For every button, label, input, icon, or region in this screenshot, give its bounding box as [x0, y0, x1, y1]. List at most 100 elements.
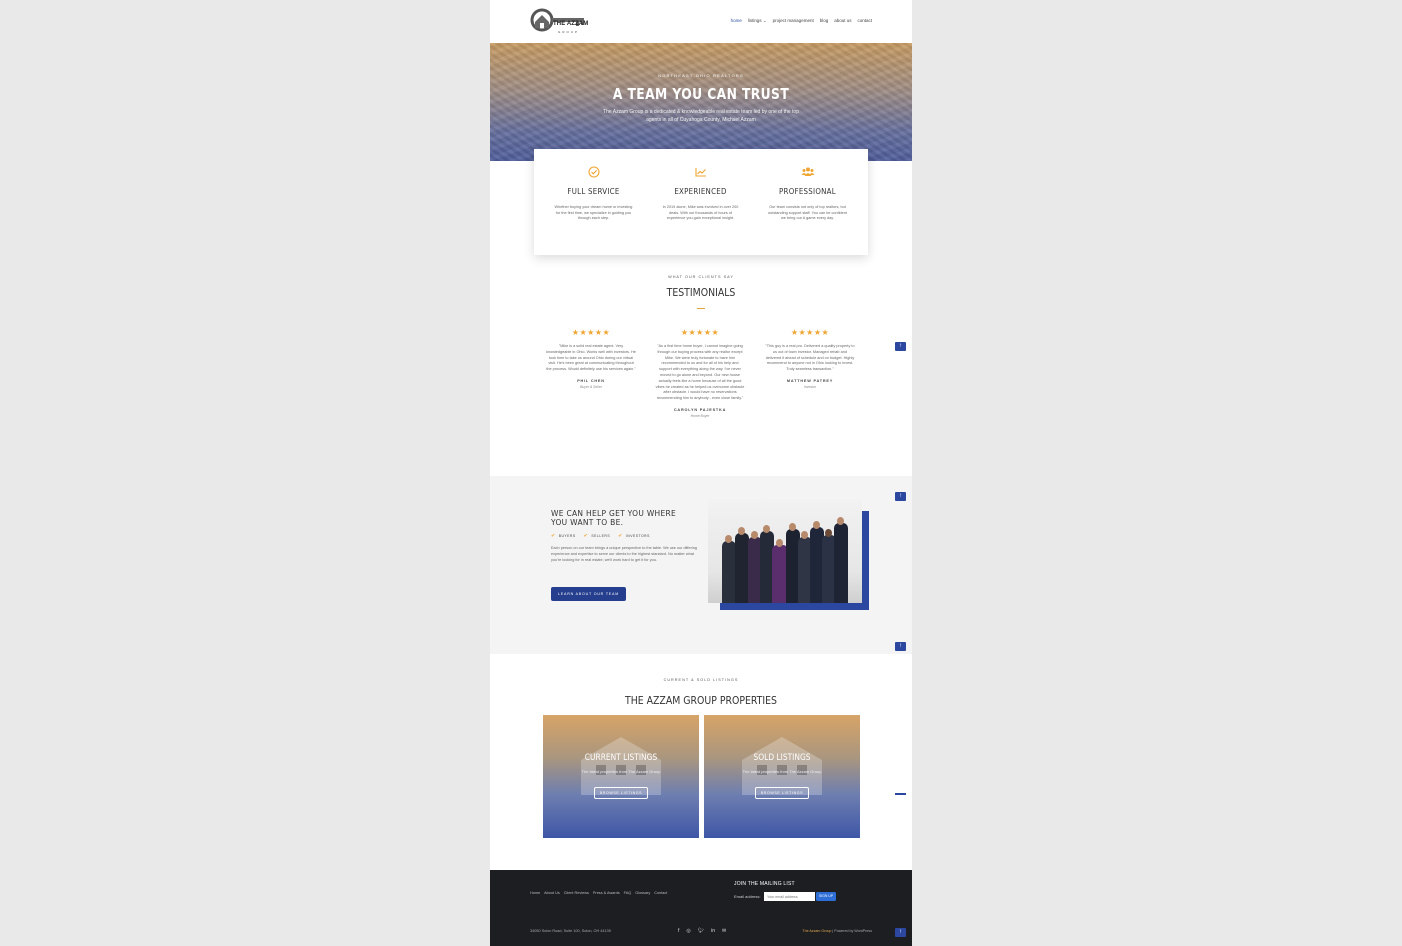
check-item: ✔ SELLERS	[584, 533, 610, 539]
feature-title: FULL SERVICE	[567, 187, 620, 196]
title-divider	[697, 308, 705, 309]
testimonial-quote: "This guy is a real pro. Delivered a qua…	[765, 344, 855, 372]
hero-subtitle: The Azzam Group is a dedicated & knowled…	[603, 109, 799, 123]
check-circle-icon	[587, 166, 600, 178]
testimonial-name: CAROLYN PAJESTKA	[673, 407, 727, 412]
star-rating: ★★★★★	[680, 328, 720, 337]
email-icon[interactable]: ✉	[722, 928, 726, 934]
check-label: INVESTORS	[625, 534, 650, 538]
feature-text: In 2019 alone, Mike was involved in over…	[662, 205, 739, 221]
feature-title: EXPERIENCED	[674, 187, 727, 196]
hero-banner: NORTHEAST OHIO REALTORS A TEAM YOU CAN T…	[490, 43, 912, 161]
footer-address: 34050 Solon Road, Suite 100, Solon, OH 4…	[530, 929, 611, 933]
check-item: ✔ BUYERS	[551, 533, 576, 539]
email-label: Email address:	[734, 894, 761, 899]
scroll-top-button[interactable]: ↑	[895, 492, 906, 501]
footer-link-press[interactable]: Press & Awards	[593, 891, 620, 895]
team-photo	[708, 499, 862, 603]
footer-credit: The Azzam Group | Powered by WordPress	[802, 929, 872, 933]
testimonial-quote: "Mike is a solid real estate agent. Very…	[546, 344, 636, 372]
email-input[interactable]	[764, 892, 815, 901]
feature-full-service: FULL SERVICE Whether buying your dream h…	[538, 149, 649, 255]
card-title: SOLD LISTINGS	[753, 753, 811, 763]
chevron-down-icon: ⌄	[762, 18, 767, 23]
nav-project-management[interactable]: project management	[773, 18, 814, 24]
scroll-top-button[interactable]: ↑	[895, 342, 906, 351]
scroll-top-button[interactable]: ↑	[895, 928, 906, 937]
card-title: CURRENT LISTINGS	[584, 753, 658, 763]
linkedin-icon[interactable]: in	[711, 928, 715, 934]
nav-listings-label: listings	[747, 18, 762, 23]
team-section-title: WE CAN HELP GET YOU WHERE YOU WANT TO BE…	[551, 509, 677, 527]
footer-links: Home About Us Client Reviews Press & Awa…	[530, 891, 667, 895]
testimonials-eyebrow: WHAT OUR CLIENTS SAY	[668, 275, 734, 279]
nav-contact[interactable]: contact	[857, 18, 872, 24]
signup-button[interactable]: SIGN UP	[816, 892, 836, 901]
site-footer: Home About Us Client Reviews Press & Awa…	[490, 870, 912, 946]
check-label: SELLERS	[591, 534, 611, 538]
listings-eyebrow: CURRENT & SOLD LISTINGS	[663, 678, 739, 682]
social-links: f ◎ 🐦︎ in ✉	[678, 928, 726, 934]
feature-text: Whether buying your dream home or invest…	[554, 205, 633, 221]
house-background-image	[581, 737, 661, 795]
browse-listings-button[interactable]: BROWSE LISTINGS	[594, 787, 648, 799]
current-listings-card[interactable]: CURRENT LISTINGS The latest properties f…	[543, 715, 699, 838]
check-icon: ✔	[551, 533, 556, 539]
nav-listings[interactable]: listings ⌄	[748, 18, 767, 24]
footer-link-about[interactable]: About Us	[544, 891, 560, 895]
nav-home[interactable]: home	[731, 18, 742, 24]
feature-experienced: EXPERIENCED In 2019 alone, Mike was invo…	[645, 149, 756, 255]
browse-listings-button[interactable]: BROWSE LISTINGS	[755, 787, 809, 799]
footer-link-faq[interactable]: FAQ	[624, 891, 632, 895]
testimonial-name: PHIL CHEN	[577, 378, 605, 383]
nav-about-us[interactable]: about us	[834, 18, 851, 24]
footer-link-reviews[interactable]: Client Reviews	[564, 891, 589, 895]
chart-line-icon	[694, 168, 706, 177]
scroll-indicator[interactable]	[895, 793, 906, 795]
testimonial-card: ★★★★★ "Mike is a solid real estate agent…	[536, 328, 646, 389]
testimonial-role: Home Buyer	[690, 413, 710, 418]
house-background-image	[742, 737, 822, 795]
mailing-list-title: JOIN THE MAILING LIST	[734, 881, 795, 887]
hero-eyebrow: NORTHEAST OHIO REALTORS	[658, 73, 744, 78]
facebook-icon[interactable]: f	[678, 928, 679, 934]
check-icon: ✔	[583, 533, 589, 539]
instagram-icon[interactable]: ◎	[686, 928, 690, 934]
team-section: WE CAN HELP GET YOU WHERE YOU WANT TO BE…	[490, 476, 912, 654]
nav-blog[interactable]: blog	[820, 18, 829, 24]
team-section-text: Each person on our team brings a unique …	[551, 546, 697, 562]
main-nav: home listings ⌄ project management blog …	[731, 18, 872, 24]
learn-about-team-button[interactable]: LEARN ABOUT OUR TEAM	[551, 587, 626, 601]
users-icon	[801, 167, 814, 176]
testimonial-quote: "As a first time home buyer, I cannot im…	[655, 344, 745, 401]
card-subtitle: The latest properties from The Azzam Gro…	[581, 769, 661, 774]
sold-listings-card[interactable]: SOLD LISTINGS The latest properties from…	[704, 715, 860, 838]
testimonial-role: Buyer & Seller	[580, 384, 602, 389]
feature-title: PROFESSIONAL	[779, 187, 836, 196]
client-types: ✔ BUYERS ✔ SELLERS ✔ INVESTORS	[551, 533, 650, 539]
footer-link-contact[interactable]: Contact	[654, 891, 667, 895]
logo-subtext: GROUP	[558, 30, 580, 34]
listings-title: THE AZZAM GROUP PROPERTIES	[625, 694, 777, 707]
hero-title: A TEAM YOU CAN TRUST	[612, 85, 790, 103]
footer-link-glossary[interactable]: Glossary	[635, 891, 650, 895]
feature-professional: PROFESSIONAL Our team consists not only …	[752, 149, 863, 255]
check-label: BUYERS	[558, 534, 576, 538]
credit-brand[interactable]: The Azzam Group	[802, 929, 831, 933]
star-rating: ★★★★★	[571, 328, 611, 337]
testimonial-card: ★★★★★ "This guy is a real pro. Delivered…	[755, 328, 865, 389]
feature-text: Our team consists not only of top realto…	[768, 205, 847, 221]
page: THE AZZAM GROUP home listings ⌄ project …	[490, 0, 912, 946]
scroll-top-button[interactable]: ↑	[895, 642, 906, 651]
logo-text: THE AZZAM	[553, 21, 589, 27]
site-header: THE AZZAM GROUP home listings ⌄ project …	[490, 0, 912, 43]
footer-link-home[interactable]: Home	[530, 891, 540, 895]
credit-text: | Powered by WordPress	[831, 929, 872, 933]
star-rating: ★★★★★	[790, 328, 830, 337]
twitter-icon[interactable]: 🐦︎	[698, 928, 704, 934]
card-subtitle: The latest properties from The Azzam Gro…	[742, 769, 822, 774]
check-icon: ✔	[618, 533, 623, 539]
testimonial-card: ★★★★★ "As a first time home buyer, I can…	[645, 328, 755, 418]
features-card: FULL SERVICE Whether buying your dream h…	[534, 149, 868, 255]
testimonial-name: MATTHEW PATREY	[786, 378, 834, 383]
